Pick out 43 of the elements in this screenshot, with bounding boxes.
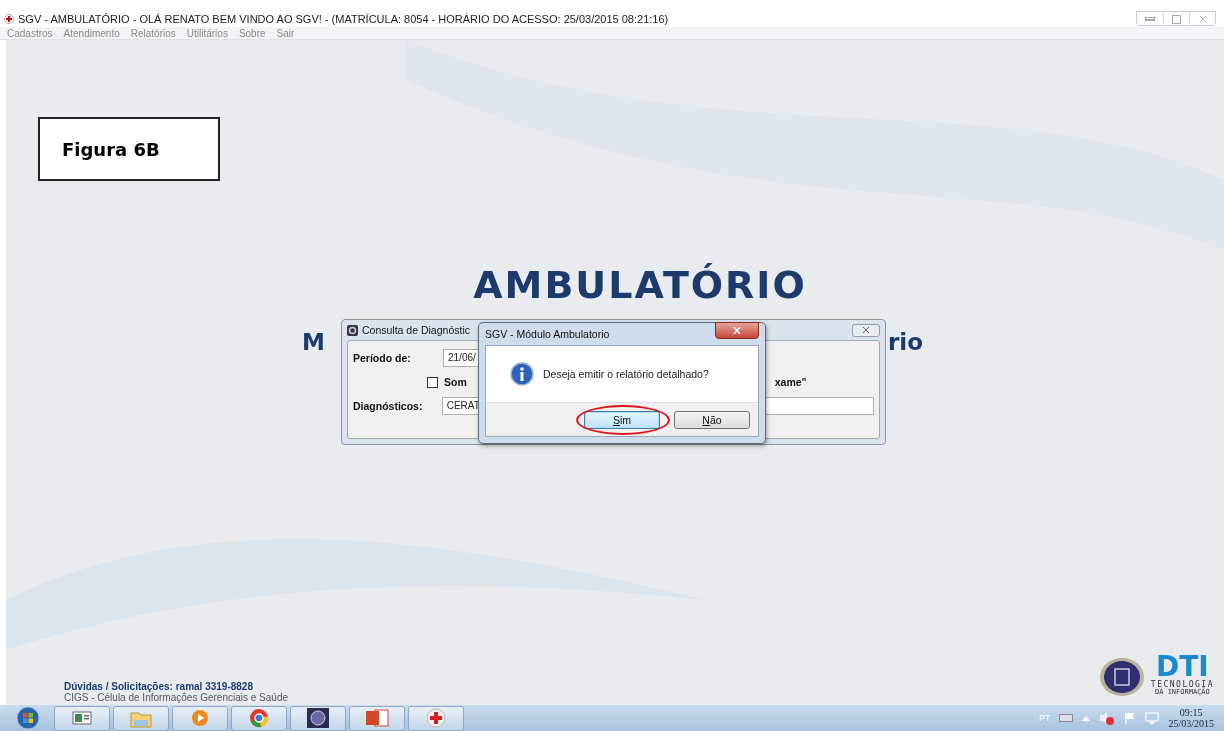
menu-item[interactable]: Atendimento <box>63 27 120 39</box>
browser-icon[interactable] <box>249 708 269 728</box>
option-label: xame" <box>774 376 807 388</box>
window-title: SGV - AMBULATÓRIO - OLÁ RENATO BEM VINDO AO SGV! - (MATRÍCULA: 8054 - HORÁRIO DO ACESSO: 25/03/2015 08:21:16) <box>18 12 669 25</box>
play-icon[interactable] <box>190 708 210 728</box>
menu-item[interactable]: Utilitários <box>186 27 228 39</box>
figure-label: Figura 6B <box>38 117 220 181</box>
checkbox-label: Som <box>444 376 467 388</box>
dialog-button[interactable]: Sim <box>584 410 660 429</box>
dialog-title: Consulta de Diagnóstic <box>362 324 470 336</box>
maximize-icon <box>1172 14 1181 24</box>
taskbar-button[interactable] <box>290 705 346 731</box>
emblem-icon <box>1098 657 1145 697</box>
subtitle-fragment: rio <box>888 329 925 355</box>
app-heading: AMBULATÓRIO <box>472 263 808 307</box>
close-button[interactable] <box>852 323 880 337</box>
keyboard-icon[interactable] <box>1059 714 1074 722</box>
field-label: Diagnósticos: <box>353 400 424 412</box>
dialog-button[interactable]: Não <box>674 410 750 429</box>
menu-item[interactable]: Sair <box>276 27 295 39</box>
speaker-muted-icon[interactable] <box>1099 711 1116 725</box>
slides-icon[interactable] <box>365 708 389 728</box>
clock[interactable]: 09:15 25/03/2015 <box>1168 707 1214 729</box>
checkbox[interactable] <box>427 376 438 388</box>
close-icon <box>1198 15 1207 23</box>
medical-cross-icon <box>4 13 14 24</box>
field-label: Período de: <box>353 352 412 364</box>
medical-cross-icon[interactable] <box>426 708 446 728</box>
menu-item[interactable]: Cadastros <box>7 27 53 39</box>
organization-name: CIGS - Célula de Informações Gerenciais e Saúde <box>64 692 288 703</box>
subtitle-fragment: M <box>302 329 326 355</box>
menu-item[interactable]: Relatórios <box>130 27 176 39</box>
contact-info: Dúvidas / Solicitações: ramal 3319-8828 <box>64 681 254 692</box>
dialog-message: Deseja emitir o relatório detalhado? <box>543 368 709 380</box>
app-icon <box>347 324 358 336</box>
menu-item[interactable]: Sobre <box>238 27 266 39</box>
close-icon <box>862 327 870 333</box>
info-icon <box>510 362 534 386</box>
seal-icon[interactable] <box>307 708 329 728</box>
dialog-title: SGV - Módulo Ambulatorio <box>485 328 610 340</box>
minimize-icon <box>1145 17 1155 21</box>
window-icon[interactable] <box>72 710 92 726</box>
close-icon <box>733 326 741 334</box>
